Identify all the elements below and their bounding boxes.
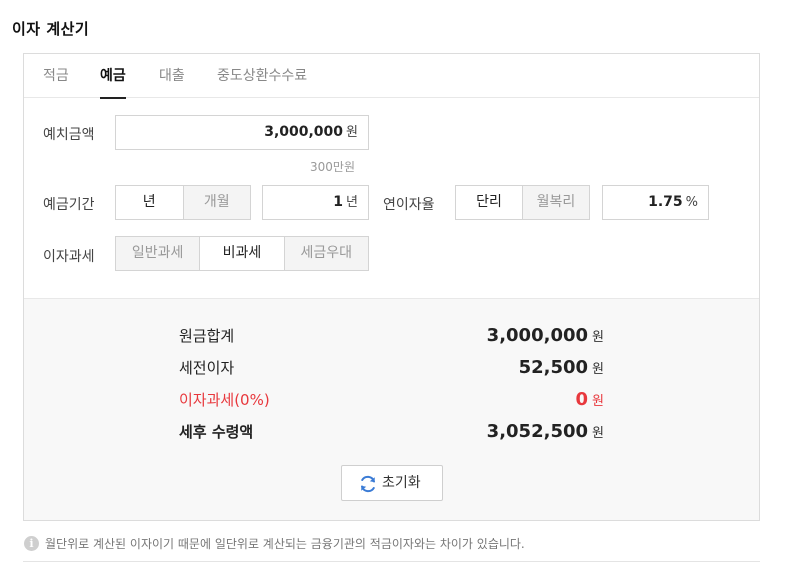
interest-type-simple[interactable]: 단리: [456, 186, 522, 219]
result-tax-value: 0: [575, 389, 589, 410]
result-interest-value: 52,500: [518, 357, 589, 378]
period-unit-toggle: 년 개월: [115, 185, 251, 220]
period-unit-month[interactable]: 개월: [182, 186, 250, 219]
notice: i 월단위로 계산된 이자이기 때문에 일단위로 계산되는 금융기관의 적금이자와…: [24, 535, 525, 553]
tab-prepayment-fee[interactable]: 중도상환수수료: [217, 54, 307, 98]
interest-rate-value: 1.75: [648, 194, 683, 210]
result-tax-label: 이자과세(0%): [179, 391, 270, 409]
tax-type-general[interactable]: 일반과세: [116, 237, 200, 270]
notice-text: 월단위로 계산된 이자이기 때문에 일단위로 계산되는 금융기관의 적금이자와는…: [45, 537, 525, 551]
info-icon: i: [24, 536, 39, 551]
calculator-panel: 적금 예금 대출 중도상환수수료 예치금액 3,000,000 원 300만원 예…: [23, 53, 760, 521]
result-net-value: 3,052,500: [486, 421, 589, 442]
reset-button[interactable]: 초기화: [341, 465, 443, 501]
deposit-amount-unit: 원: [346, 125, 358, 140]
result-net-label: 세후 수령액: [179, 423, 254, 441]
tax-type-preferential[interactable]: 세금우대: [283, 237, 368, 270]
deposit-amount-value: 3,000,000: [264, 124, 344, 140]
tab-loan[interactable]: 대출: [159, 54, 185, 98]
interest-rate-unit: %: [685, 195, 698, 210]
result-net-row: 세후 수령액 3,052,500 원: [179, 421, 604, 445]
deposit-period-value: 1: [333, 194, 344, 210]
reset-button-label: 초기화: [382, 475, 421, 491]
deposit-period-input[interactable]: 1년: [262, 185, 369, 220]
tab-bar: 적금 예금 대출 중도상환수수료: [24, 54, 759, 99]
result-principal-label: 원금합계: [179, 327, 235, 345]
result-tax-row: 이자과세(0%) 0원: [179, 389, 604, 413]
result-net-unit: 원: [592, 426, 604, 441]
interest-type-toggle: 단리 월복리: [455, 185, 590, 220]
period-unit-year[interactable]: 년: [116, 186, 183, 219]
tab-deposit[interactable]: 예금: [100, 54, 126, 99]
result-principal-value: 3,000,000: [486, 325, 589, 346]
result-interest-row: 세전이자 52,500 원: [179, 357, 604, 381]
bottom-divider: [23, 561, 760, 562]
result-section: 원금합계 3,000,000 원 세전이자 52,500 원 이자과세(0%) 0원…: [24, 298, 759, 520]
deposit-amount-input[interactable]: 3,000,000 원: [115, 115, 369, 150]
tab-savings[interactable]: 적금: [43, 54, 69, 98]
interest-type-monthly-compound[interactable]: 월복리: [522, 186, 589, 219]
result-interest-unit: 원: [592, 362, 604, 377]
result-tax-unit: 원: [592, 394, 604, 409]
deposit-period-label: 예금기간: [43, 197, 95, 213]
interest-rate-input[interactable]: 1.75%: [602, 185, 709, 220]
deposit-amount-label: 예치금액: [43, 127, 95, 143]
page-title: 이자 계산기: [12, 20, 90, 38]
result-principal-row: 원금합계 3,000,000 원: [179, 325, 604, 349]
result-interest-label: 세전이자: [179, 359, 235, 377]
deposit-period-unit: 년: [346, 195, 358, 210]
result-principal-unit: 원: [592, 330, 604, 345]
tax-type-toggle: 일반과세 비과세 세금우대: [115, 236, 369, 271]
refresh-icon: [361, 475, 375, 493]
interest-tax-label: 이자과세: [43, 249, 95, 265]
tax-type-exempt[interactable]: 비과세: [199, 237, 284, 270]
deposit-amount-hint: 300만원: [310, 160, 355, 174]
interest-rate-label: 연이자율: [383, 197, 435, 213]
